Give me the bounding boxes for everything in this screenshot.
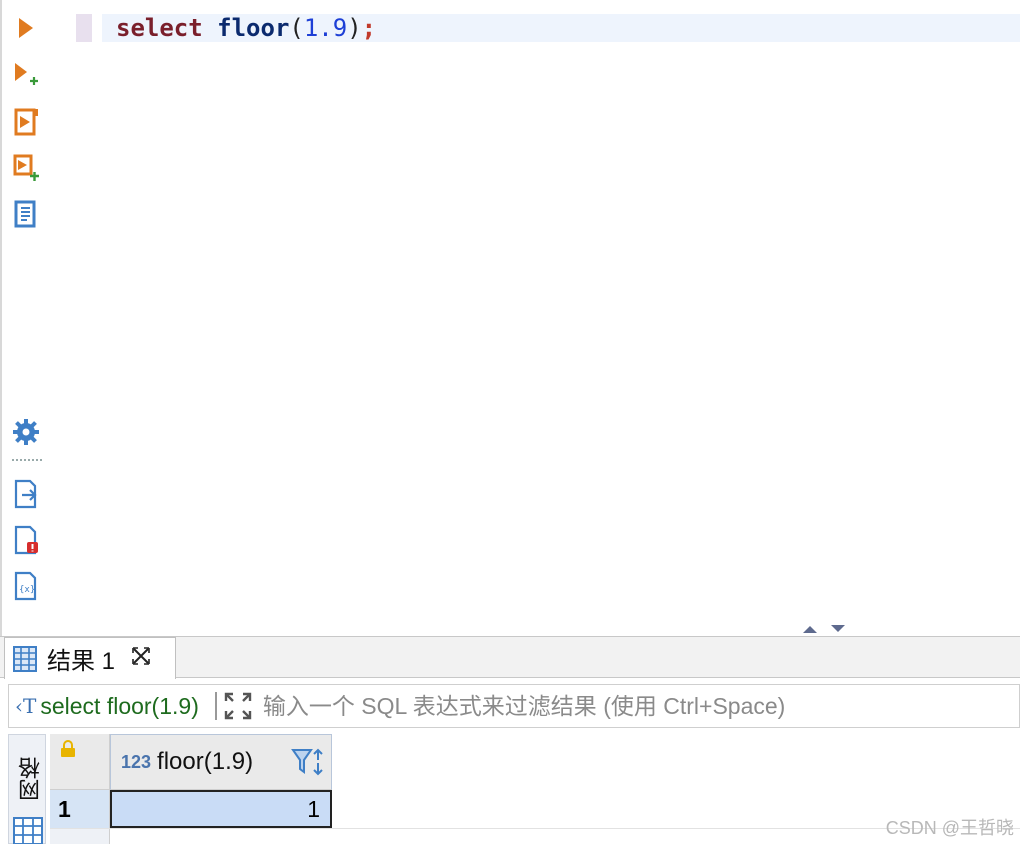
- explain-plan-icon[interactable]: [10, 198, 42, 230]
- tab-label: 结果 1: [47, 648, 116, 675]
- svg-text:{x}: {x}: [19, 585, 35, 595]
- sql-editor[interactable]: {x} select floor(1.9);: [0, 0, 1020, 636]
- code-token-paren: (: [289, 14, 304, 42]
- expand-filter-icon[interactable]: [223, 691, 253, 721]
- table-cell[interactable]: 1: [110, 790, 332, 828]
- code-token-fn: floor: [217, 14, 290, 42]
- execute-statement-icon[interactable]: [10, 12, 42, 44]
- numeric-type-icon: 123: [121, 751, 152, 772]
- current-line-marker: [76, 14, 92, 42]
- grid-icon: [13, 817, 43, 844]
- grid-view-label: 网格: [18, 757, 43, 801]
- sql-code-line[interactable]: select floor(1.9);: [116, 12, 376, 44]
- code-token-paren: ): [347, 14, 362, 42]
- filter-sort-icon[interactable]: [291, 747, 325, 777]
- toolbar-separator: [12, 459, 42, 463]
- filter-separator: [214, 692, 217, 720]
- execute-script-new-tab-icon[interactable]: [10, 152, 42, 184]
- grid-view-toggle[interactable]: 网格: [8, 734, 46, 844]
- row-divider: [50, 828, 1020, 829]
- tab-result-1[interactable]: 结果 1: [4, 637, 176, 679]
- maximize-arrow-icon[interactable]: [802, 624, 818, 634]
- column-name: floor(1.9): [157, 748, 254, 775]
- close-icon[interactable]: [131, 646, 151, 672]
- code-token-num: 1.9: [303, 14, 348, 42]
- filter-input[interactable]: [262, 692, 943, 720]
- execute-in-new-tab-icon[interactable]: [10, 60, 42, 92]
- export-icon[interactable]: [10, 478, 42, 510]
- results-tab-strip: 结果 1: [0, 636, 1020, 679]
- results-grid: 网格 123 floor(1.9) 1 1: [8, 734, 1020, 844]
- column-header-floor[interactable]: 123 floor(1.9): [110, 734, 332, 790]
- table-icon: [13, 645, 37, 672]
- query-label[interactable]: select floor(1.9): [40, 693, 199, 720]
- execute-script-icon[interactable]: [10, 106, 42, 138]
- code-token-semi: ;: [361, 14, 377, 42]
- error-log-icon[interactable]: [10, 524, 42, 556]
- row-number[interactable]: 1: [50, 790, 110, 828]
- restore-arrow-icon[interactable]: [830, 624, 846, 634]
- grid-corner[interactable]: [50, 734, 110, 790]
- results-filter-bar: ‹T select floor(1.9): [8, 684, 1020, 728]
- row-number-empty: [50, 829, 110, 844]
- watermark: CSDN @王哲晓: [885, 818, 1014, 838]
- editor-toolbar: {x}: [2, 0, 50, 636]
- variables-icon[interactable]: {x}: [10, 570, 42, 602]
- code-token-kw: select: [116, 14, 218, 42]
- query-text-icon: ‹T: [15, 694, 37, 718]
- lock-icon: [61, 740, 75, 757]
- settings-icon[interactable]: [10, 416, 42, 448]
